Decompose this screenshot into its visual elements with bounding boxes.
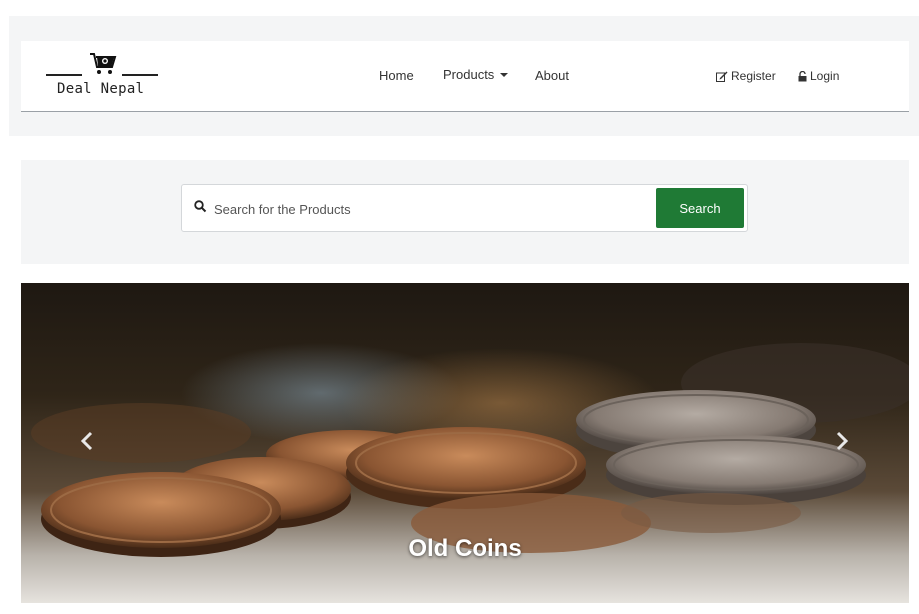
logo-line-right (122, 74, 158, 76)
shopping-cart-icon (90, 53, 117, 74)
unlock-icon (798, 70, 807, 81)
logo-line-left (46, 74, 82, 76)
carousel-next-button[interactable] (834, 431, 850, 451)
search-input[interactable] (212, 196, 646, 222)
edit-icon (716, 71, 728, 82)
login-link[interactable]: Login (798, 69, 839, 83)
search-button[interactable]: Search (656, 188, 744, 228)
nav-home[interactable]: Home (379, 68, 414, 83)
brand-logo[interactable]: Deal Nepal (46, 51, 161, 101)
caret-down-icon (500, 73, 509, 77)
nav-products-dropdown[interactable]: Products (443, 67, 509, 82)
nav-about[interactable]: About (535, 68, 569, 83)
nav-products-label: Products (443, 67, 495, 82)
logo-text: Deal Nepal (57, 81, 145, 97)
register-link[interactable]: Register (716, 69, 776, 83)
carousel-caption: Old Coins (408, 535, 522, 562)
login-label: Login (810, 69, 840, 83)
header-section: Deal Nepal Home Products About Register … (9, 16, 919, 136)
search-section: Search (21, 160, 909, 264)
search-box: Search (181, 184, 748, 232)
register-label: Register (731, 69, 776, 83)
carousel-prev-button[interactable] (79, 431, 95, 451)
navbar: Deal Nepal Home Products About Register … (21, 41, 909, 112)
search-icon (194, 200, 207, 213)
hero-carousel: Old Coins (21, 283, 909, 603)
